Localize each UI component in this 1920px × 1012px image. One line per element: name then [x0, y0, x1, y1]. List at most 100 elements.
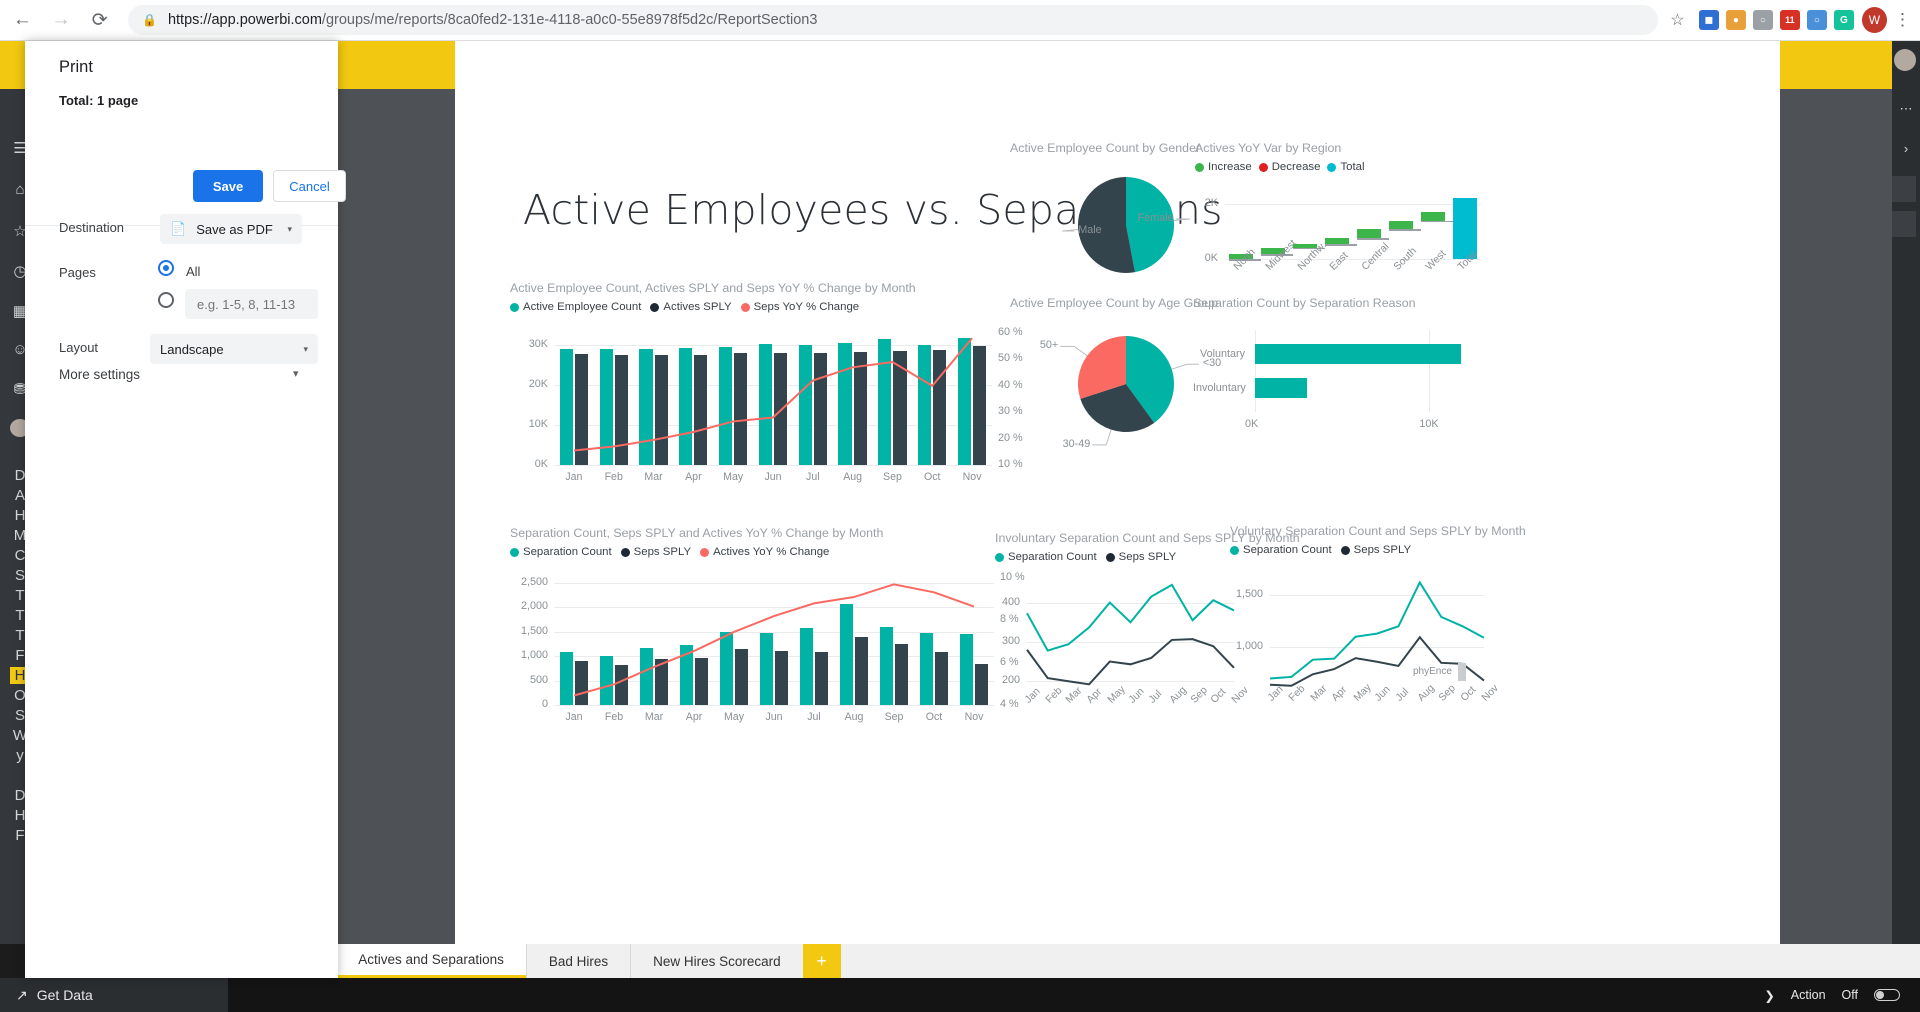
print-dialog: Print Total: 1 page Save Cancel Destinat… [25, 41, 346, 978]
legend-item: Separation Count [1230, 544, 1332, 556]
action-label[interactable]: Action [1791, 988, 1826, 1002]
legend-dot-icon [740, 302, 750, 312]
legend-dot-icon [700, 547, 710, 557]
legend-label: Separation Count [1008, 551, 1097, 563]
print-total-pages: Total: 1 page [59, 93, 139, 108]
legend-label: Increase [1208, 161, 1252, 173]
reload-icon[interactable]: ⟳ [83, 3, 116, 37]
legend-label: Separation Count [523, 546, 612, 558]
report-watermark: phyEnce [1413, 666, 1452, 677]
panel-block2-icon[interactable] [1892, 211, 1916, 237]
profile-avatar[interactable]: W [1861, 7, 1887, 33]
chart-actives-monthly[interactable]: Active Employee Count, Actives SPLY and … [510, 281, 1040, 486]
waterfall-bar[interactable] [1356, 229, 1382, 239]
bar[interactable] [1255, 378, 1308, 398]
panel-block-icon[interactable] [1892, 176, 1916, 202]
chart-title: Separation Count by Separation Reason [1193, 296, 1416, 310]
taskbar: ↗ Get Data ❯ Action Off [0, 978, 1920, 1012]
legend-dot-icon [1195, 162, 1204, 172]
person-extension-icon[interactable]: ● [1725, 10, 1746, 30]
browser-menu-icon[interactable]: ⋮ [1891, 11, 1914, 28]
chart-legend: Active Employee Count Actives SPLY Seps … [510, 301, 1040, 313]
legend-label: Separation Count [1243, 544, 1332, 556]
report-tab-actives-and-separations[interactable]: Actives and Separations [335, 944, 526, 978]
pages-custom-radio[interactable] [158, 292, 174, 308]
pages-custom-input[interactable] [185, 289, 318, 319]
legend-item: Separation Count [995, 551, 1097, 563]
pie-label: Male [1078, 224, 1102, 237]
address-bar[interactable]: 🔒 https://app.powerbi.com/groups/me/repo… [128, 5, 1659, 35]
chart-separation-reason[interactable]: Separation Count by Separation Reason 0K… [1193, 296, 1483, 436]
legend-dot-icon [1340, 545, 1350, 555]
globe-extension-icon[interactable]: ○ [1806, 10, 1827, 30]
taskbar-right-group: ❯ Action Off [1764, 988, 1920, 1003]
legend-dot-icon [510, 547, 519, 557]
off-label: Off [1841, 988, 1858, 1002]
add-report-tab-button[interactable]: + [802, 944, 841, 978]
forward-arrow-icon[interactable]: → [45, 3, 78, 37]
pocket-extension-icon[interactable]: ◼ [1698, 10, 1719, 30]
destination-label: Destination [59, 220, 125, 235]
legend-label: Decrease [1271, 161, 1321, 173]
series-line [1269, 635, 1485, 687]
chart-voluntary-lines[interactable]: Voluntary Separation Count and Seps SPLY… [1230, 524, 1526, 729]
y-axis-tick: Voluntary [1199, 348, 1245, 360]
print-dialog-title: Print [59, 58, 93, 76]
chart-legend: Separation Count Seps SPLY [1230, 544, 1490, 556]
pages-all-label: All [186, 264, 201, 279]
x-axis-tick: 10K [1419, 418, 1439, 430]
more-settings-label[interactable]: More settings [59, 367, 140, 382]
action-toggle[interactable] [1874, 989, 1900, 1001]
legend-item: Seps SPLY [620, 546, 691, 558]
cancel-button[interactable]: Cancel [273, 170, 346, 202]
layout-select[interactable]: Landscape ▾ [150, 334, 318, 364]
waterfall-bar[interactable] [1452, 197, 1478, 259]
pie-leader-line [1171, 363, 1188, 370]
pages-label: Pages [59, 265, 96, 280]
grammarly-extension-icon[interactable]: G [1833, 10, 1854, 30]
pie-leader-line [1073, 345, 1088, 357]
user-avatar[interactable] [1894, 49, 1916, 71]
chart-title: Active Employee Count, Actives SPLY and … [510, 281, 916, 295]
waterfall-connector [1420, 220, 1453, 223]
chevron-down-icon: ▾ [287, 223, 292, 234]
chat-extension-icon[interactable]: ○ [1752, 10, 1773, 30]
chevron-down-icon[interactable]: ▾ [293, 367, 299, 380]
pie-label: Female [1137, 211, 1174, 224]
calendar-extension-icon[interactable]: 11 [1779, 10, 1800, 30]
back-arrow-icon[interactable]: ← [6, 3, 39, 37]
report-tab-new-hires-scorecard[interactable]: New Hires Scorecard [630, 944, 803, 978]
chart-involuntary-lines[interactable]: Involuntary Separation Count and Seps SP… [995, 531, 1300, 731]
x-axis-tick: 0K [1245, 418, 1259, 430]
chart-legend: Separation Count Seps SPLY Actives YoY %… [510, 546, 1040, 558]
url-path: /groups/me/reports/8ca0fed2-131e-4118-a0… [321, 12, 818, 28]
bar[interactable] [1255, 344, 1461, 364]
y-axis-tick: 0K [1204, 252, 1218, 264]
gridline [1225, 204, 1481, 205]
chart-yoy-region[interactable]: Actives YoY Var by Region Increase Decre… [1195, 141, 1485, 306]
more-options-icon[interactable]: ⋯ [1896, 101, 1916, 117]
lock-icon: 🔒 [142, 13, 157, 27]
get-data-button[interactable]: ↗ Get Data [0, 978, 228, 1012]
scrollbar-thumb[interactable] [1458, 663, 1466, 681]
destination-select[interactable]: 📄 Save as PDF ▾ [160, 214, 302, 244]
save-button[interactable]: Save [193, 170, 263, 202]
legend-label: Seps SPLY [1118, 551, 1177, 563]
expand-panel-icon[interactable]: › [1896, 141, 1916, 156]
legend-dot-icon [995, 552, 1004, 562]
waterfall-bar[interactable] [1388, 220, 1414, 230]
report-tab-bad-hires[interactable]: Bad Hires [525, 944, 631, 978]
waterfall-bar[interactable] [1420, 211, 1446, 221]
series-line [1026, 583, 1235, 652]
legend-label: Seps SPLY [1353, 544, 1412, 556]
bookmark-star-icon[interactable]: ☆ [1664, 10, 1691, 30]
extension-tray: ◼ ● ○ 11 ○ G [1698, 10, 1854, 30]
chart-separations-monthly[interactable]: Separation Count, Seps SPLY and Actives … [510, 526, 1040, 731]
legend-dot-icon [1105, 552, 1115, 562]
pages-all-radio[interactable] [158, 260, 174, 276]
url-host: https://app.powerbi.com [167, 12, 322, 28]
chevron-right-icon[interactable]: ❯ [1764, 988, 1774, 1003]
layout-value: Landscape [160, 341, 224, 357]
series-line [1026, 638, 1235, 686]
x-axis-tick: Central [1359, 241, 1391, 273]
